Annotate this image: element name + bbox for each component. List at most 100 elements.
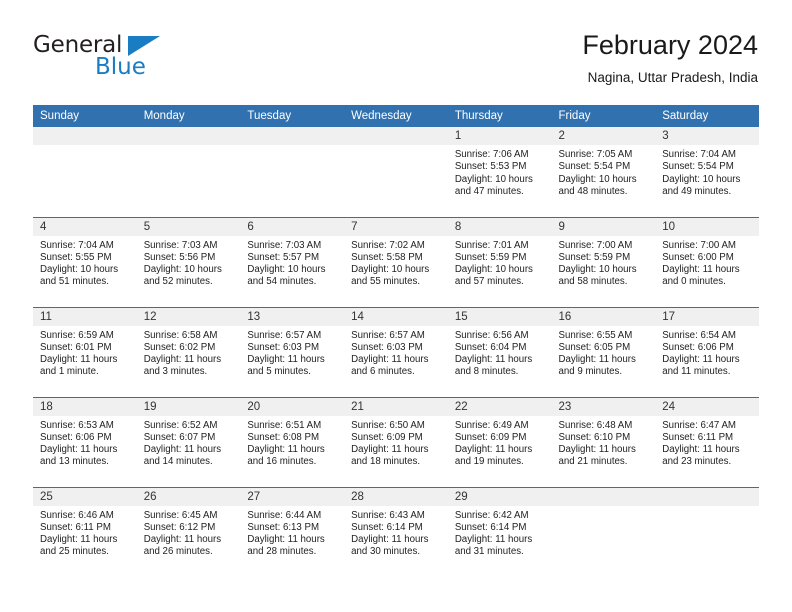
sunrise-text: Sunrise: 6:44 AM: [247, 509, 322, 521]
daylight-text-line2: and 57 minutes.: [454, 276, 524, 288]
daylight-text-line2: and 6 minutes.: [351, 366, 415, 378]
sunrise-text: Sunrise: 6:57 AM: [351, 329, 425, 341]
day-number: 3: [655, 127, 759, 145]
day-number: 28: [344, 487, 448, 506]
calendar-day-cell[interactable]: 16 Sunrise: 6:55 AM Sunset: 6:05 PM Dayligh…: [551, 306, 656, 397]
day-cell-inner: 13 Sunrise: 6:57 AM Sunset: 6:03 PM Dayligh…: [240, 307, 345, 397]
sunrise-text: Sunrise: 6:42 AM: [454, 509, 529, 521]
calendar-day-cell[interactable]: 2 Sunrise: 7:05 AM Sunset: 5:54 PM Daylight…: [551, 127, 656, 217]
calendar-day-cell[interactable]: 8 Sunrise: 7:01 AM Sunset: 5:59 PM Daylight…: [447, 216, 552, 307]
calendar-day-cell[interactable]: 1 Sunrise: 7:06 AM Sunset: 5:53 PM Daylight…: [447, 127, 552, 217]
daylight-text-line1: Daylight: 11 hours: [40, 354, 118, 366]
calendar-day-cell[interactable]: 17 Sunrise: 6:54 AM Sunset: 6:06 PM Dayligh…: [655, 306, 759, 397]
day-cell-inner: 24 Sunrise: 6:47 AM Sunset: 6:11 PM Dayligh…: [655, 397, 759, 487]
sunset-text: Sunset: 5:56 PM: [143, 251, 216, 263]
daylight-text-line2: and 52 minutes.: [143, 276, 213, 288]
daylight-text-line2: and 49 minutes.: [662, 185, 732, 197]
sunrise-text: Sunrise: 6:47 AM: [662, 419, 736, 431]
calendar-day-cell[interactable]: 20 Sunrise: 6:51 AM Sunset: 6:08 PM Dayligh…: [240, 396, 345, 487]
day-details: [240, 145, 344, 149]
day-details: Sunrise: 6:57 AM Sunset: 6:03 PM Daylight:…: [240, 326, 344, 379]
calendar-day-cell[interactable]: 5 Sunrise: 7:03 AM Sunset: 5:56 PM Daylight…: [136, 216, 241, 307]
calendar-header-row: Sunday Monday Tuesday Wednesday Thursday…: [33, 105, 759, 127]
calendar-day-cell[interactable]: 28 Sunrise: 6:43 AM Sunset: 6:14 PM Dayligh…: [344, 486, 448, 577]
sunset-text: Sunset: 6:13 PM: [247, 521, 320, 533]
sunrise-text: Sunrise: 6:51 AM: [247, 419, 322, 431]
calendar-day-cell[interactable]: 21 Sunrise: 6:50 AM Sunset: 6:09 PM Dayligh…: [344, 396, 448, 487]
sunrise-text: Sunrise: 6:46 AM: [40, 509, 114, 521]
calendar-day-cell[interactable]: 22 Sunrise: 6:49 AM Sunset: 6:09 PM Dayligh…: [447, 396, 552, 487]
calendar-day-cell[interactable]: 18 Sunrise: 6:53 AM Sunset: 6:06 PM Dayligh…: [33, 396, 137, 487]
calendar-day-cell[interactable]: 29 Sunrise: 6:42 AM Sunset: 6:14 PM Dayligh…: [447, 486, 552, 577]
day-details: [33, 145, 137, 149]
calendar-day-cell[interactable]: 12 Sunrise: 6:58 AM Sunset: 6:02 PM Dayligh…: [136, 306, 241, 397]
sunrise-text: Sunrise: 7:04 AM: [662, 149, 736, 160]
calendar-day-cell[interactable]: 13 Sunrise: 6:57 AM Sunset: 6:03 PM Dayligh…: [240, 306, 345, 397]
logo-text-blue: Blue: [95, 54, 146, 80]
day-details: Sunrise: 7:05 AM Sunset: 5:54 PM Daylight:…: [552, 145, 656, 198]
calendar-day-cell[interactable]: 26 Sunrise: 6:45 AM Sunset: 6:12 PM Dayligh…: [136, 486, 241, 577]
sunrise-text: Sunrise: 6:57 AM: [247, 329, 322, 341]
calendar-day-cell[interactable]: 15 Sunrise: 6:56 AM Sunset: 6:04 PM Dayligh…: [447, 306, 552, 397]
calendar-day-cell[interactable]: 27 Sunrise: 6:44 AM Sunset: 6:13 PM Dayligh…: [240, 486, 345, 577]
day-details: Sunrise: 7:02 AM Sunset: 5:58 PM Daylight:…: [344, 236, 448, 289]
day-cell-inner: 16 Sunrise: 6:55 AM Sunset: 6:05 PM Dayligh…: [551, 307, 656, 397]
day-number: 26: [136, 487, 241, 506]
day-details: Sunrise: 6:56 AM Sunset: 6:04 PM Daylight:…: [448, 326, 552, 379]
calendar-day-cell[interactable]: 7 Sunrise: 7:02 AM Sunset: 5:58 PM Daylight…: [344, 216, 448, 307]
sunrise-text: Sunrise: 7:03 AM: [247, 239, 322, 251]
day-details: Sunrise: 6:43 AM Sunset: 6:14 PM Daylight:…: [344, 506, 448, 559]
day-details: [655, 506, 759, 510]
sunrise-text: Sunrise: 6:59 AM: [40, 329, 114, 341]
sunset-text: Sunset: 5:59 PM: [454, 251, 527, 263]
sunrise-text: Sunrise: 6:54 AM: [662, 329, 736, 341]
calendar-day-cell[interactable]: 9 Sunrise: 7:00 AM Sunset: 5:59 PM Daylight…: [551, 216, 656, 307]
calendar-day-cell[interactable]: 6 Sunrise: 7:03 AM Sunset: 5:57 PM Daylight…: [240, 216, 345, 307]
day-cell-inner: 14 Sunrise: 6:57 AM Sunset: 6:03 PM Dayligh…: [344, 307, 448, 397]
day-cell-inner: 28 Sunrise: 6:43 AM Sunset: 6:14 PM Dayligh…: [344, 487, 448, 577]
day-details: Sunrise: 6:59 AM Sunset: 6:01 PM Daylight:…: [33, 326, 137, 379]
day-cell-inner: 5 Sunrise: 7:03 AM Sunset: 5:56 PM Daylight…: [136, 217, 241, 307]
sunrise-text: Sunrise: 7:03 AM: [143, 239, 218, 251]
daylight-text-line1: Daylight: 10 hours: [662, 173, 741, 185]
daylight-text-line1: Daylight: 10 hours: [558, 173, 637, 185]
daylight-text-line2: and 5 minutes.: [247, 366, 311, 378]
day-cell-inner: 12 Sunrise: 6:58 AM Sunset: 6:02 PM Dayligh…: [136, 307, 241, 397]
day-cell-inner: 21 Sunrise: 6:50 AM Sunset: 6:09 PM Dayligh…: [344, 397, 448, 487]
calendar-day-cell[interactable]: 25 Sunrise: 6:46 AM Sunset: 6:11 PM Dayligh…: [33, 486, 137, 577]
day-details: Sunrise: 7:01 AM Sunset: 5:59 PM Daylight:…: [448, 236, 552, 289]
calendar-week-row: 25 Sunrise: 6:46 AM Sunset: 6:11 PM Dayligh…: [33, 486, 759, 577]
sunset-text: Sunset: 5:58 PM: [351, 251, 423, 263]
sunrise-text: Sunrise: 7:06 AM: [454, 149, 529, 160]
calendar-day-cell[interactable]: 11 Sunrise: 6:59 AM Sunset: 6:01 PM Dayligh…: [33, 306, 137, 397]
daylight-text-line2: and 58 minutes.: [558, 276, 628, 288]
daylight-text-line2: and 25 minutes.: [40, 546, 109, 558]
page-header: General Blue February 2024 Nagina, Uttar…: [33, 28, 758, 98]
calendar-day-cell[interactable]: 19 Sunrise: 6:52 AM Sunset: 6:07 PM Dayligh…: [136, 396, 241, 487]
sunset-text: Sunset: 5:57 PM: [247, 251, 320, 263]
calendar-day-cell[interactable]: 10 Sunrise: 7:00 AM Sunset: 6:00 PM Dayligh…: [655, 216, 759, 307]
calendar-day-cell[interactable]: 24 Sunrise: 6:47 AM Sunset: 6:11 PM Dayligh…: [655, 396, 759, 487]
weekday-header-thursday: Thursday: [447, 105, 552, 127]
calendar-day-cell[interactable]: 3 Sunrise: 7:04 AM Sunset: 5:54 PM Daylight…: [655, 127, 759, 217]
calendar-day-cell[interactable]: 4 Sunrise: 7:04 AM Sunset: 5:55 PM Daylight…: [33, 216, 137, 307]
day-details: Sunrise: 6:48 AM Sunset: 6:10 PM Daylight:…: [552, 416, 656, 469]
day-details: [552, 506, 656, 510]
day-number: 13: [240, 307, 345, 326]
page-subtitle: Nagina, Uttar Pradesh, India: [587, 70, 758, 85]
day-details: Sunrise: 6:55 AM Sunset: 6:05 PM Daylight:…: [552, 326, 656, 379]
day-cell-inner: 22 Sunrise: 6:49 AM Sunset: 6:09 PM Dayligh…: [447, 397, 552, 487]
sunset-text: Sunset: 6:01 PM: [40, 341, 112, 353]
day-number: 24: [655, 397, 759, 416]
daylight-text-line2: and 3 minutes.: [143, 366, 208, 378]
calendar-day-cell[interactable]: 14 Sunrise: 6:57 AM Sunset: 6:03 PM Dayligh…: [344, 306, 448, 397]
triangle-icon: [128, 36, 160, 56]
daylight-text-line1: Daylight: 10 hours: [143, 264, 222, 276]
daylight-text-line1: Daylight: 11 hours: [143, 534, 222, 546]
day-cell-inner: 17 Sunrise: 6:54 AM Sunset: 6:06 PM Dayligh…: [655, 307, 759, 397]
calendar-day-cell[interactable]: 23 Sunrise: 6:48 AM Sunset: 6:10 PM Dayligh…: [551, 396, 656, 487]
day-number: 21: [344, 397, 448, 416]
sunset-text: Sunset: 6:06 PM: [662, 341, 734, 353]
day-details: Sunrise: 6:47 AM Sunset: 6:11 PM Daylight:…: [655, 416, 759, 469]
day-number: 19: [136, 397, 241, 416]
